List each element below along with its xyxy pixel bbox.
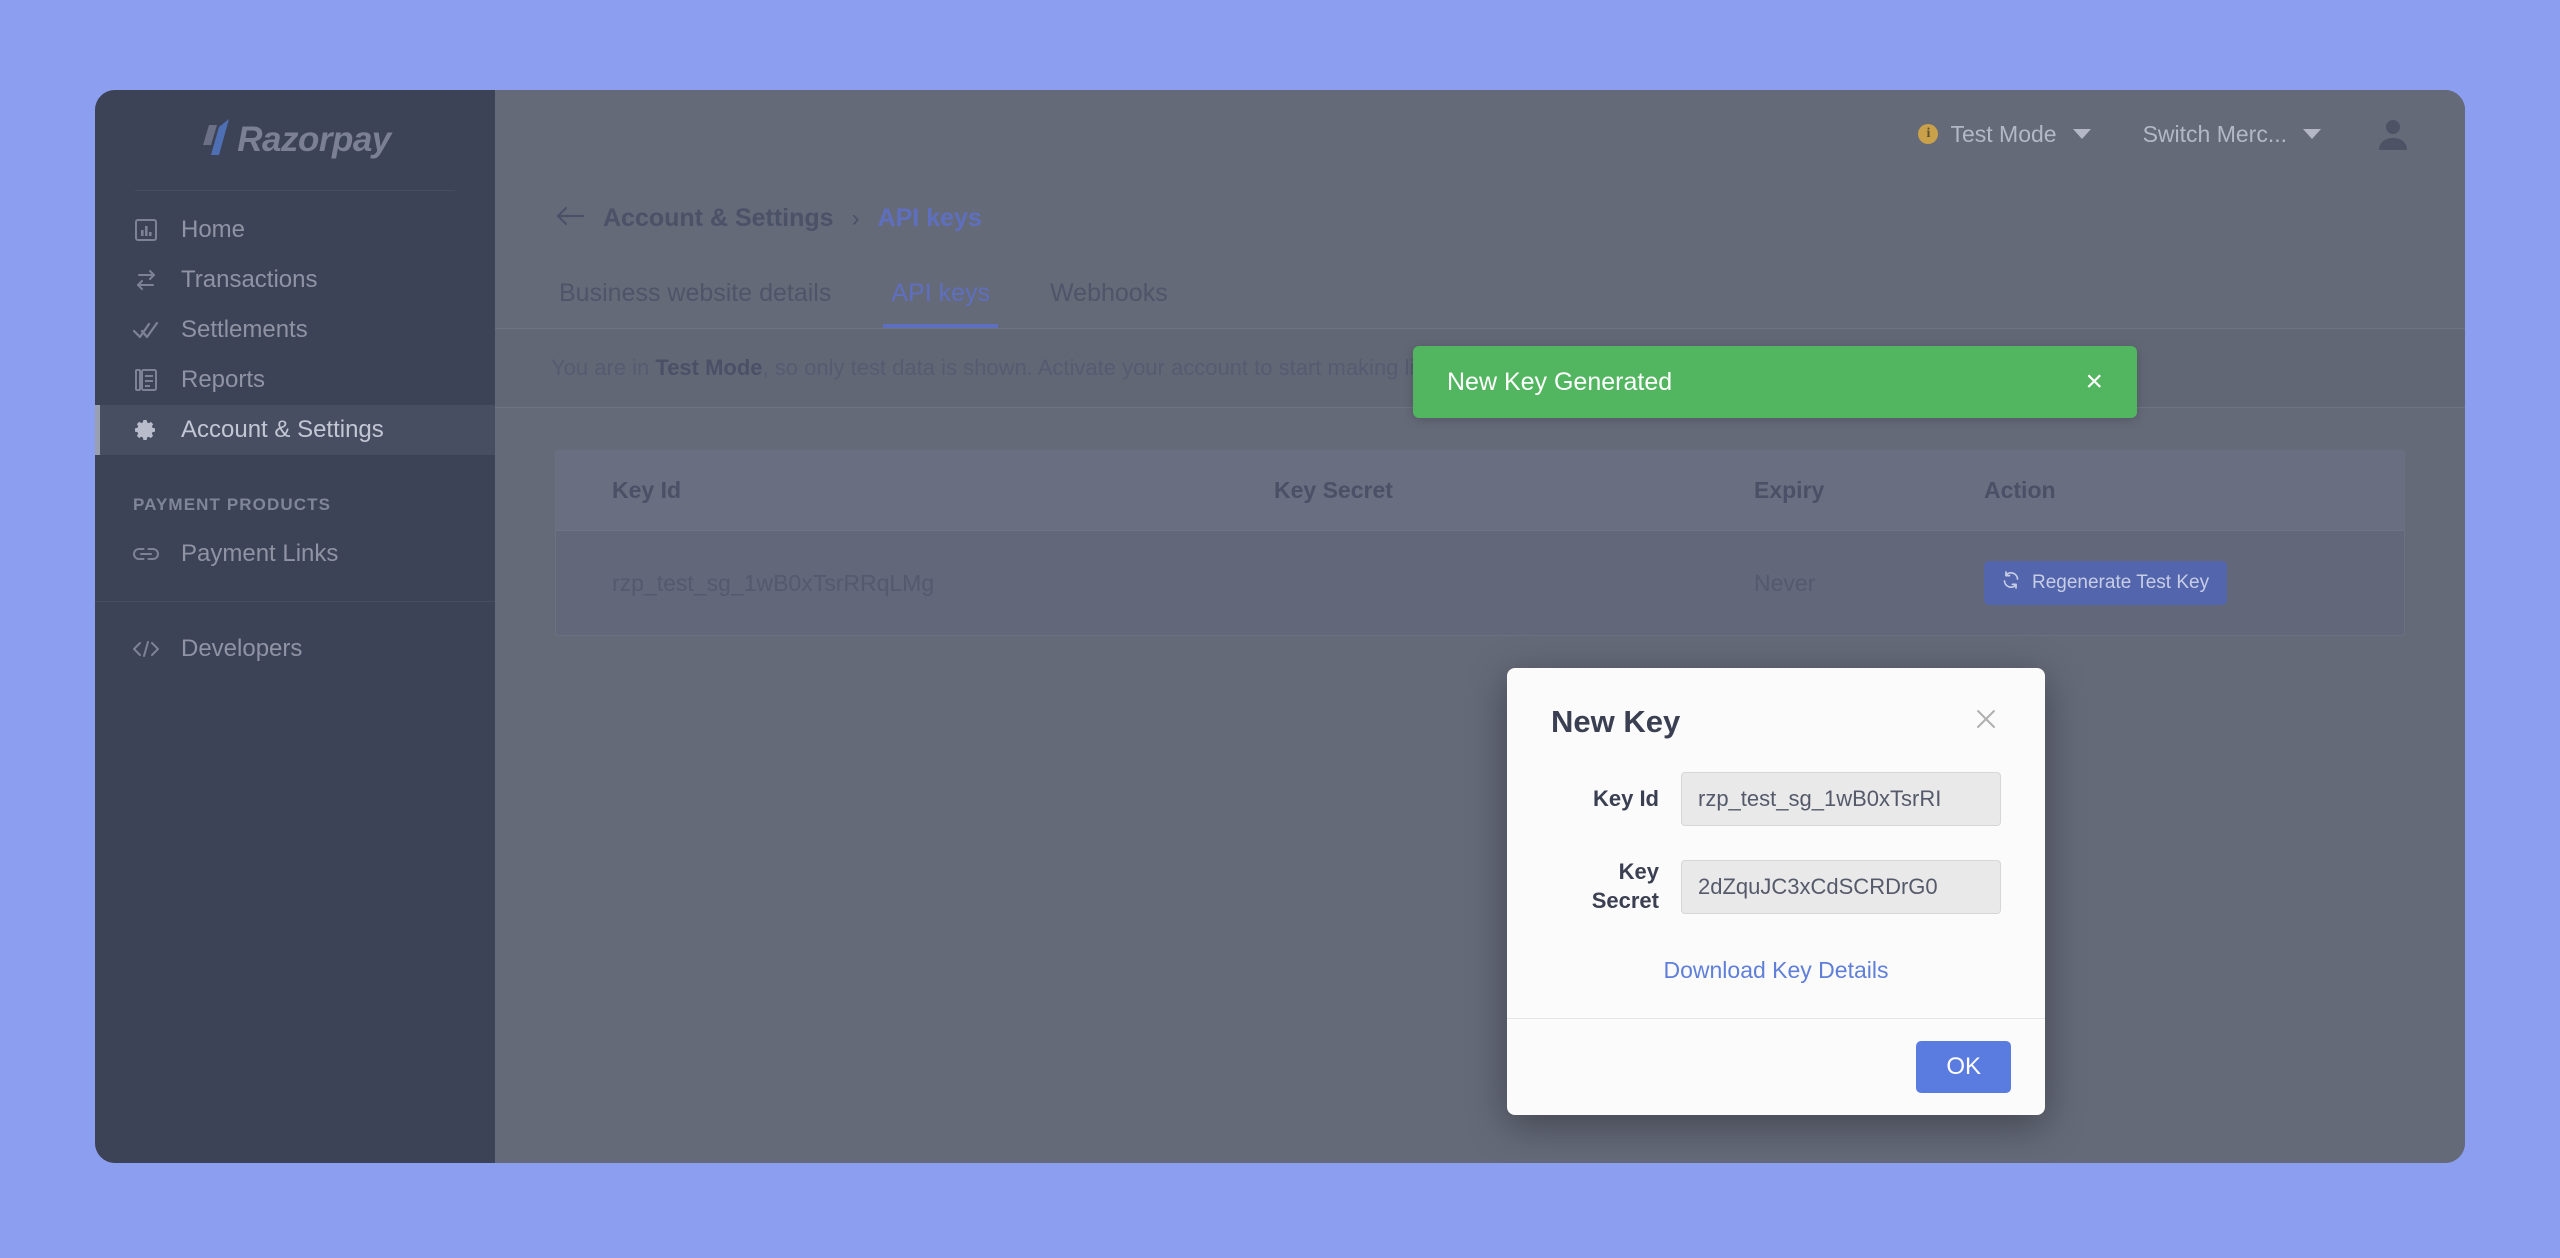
toast-message: New Key Generated bbox=[1447, 367, 1673, 396]
cell-key-secret bbox=[1274, 530, 1754, 635]
toast-notification: New Key Generated × bbox=[1413, 346, 2137, 418]
ok-button[interactable]: OK bbox=[1916, 1041, 2011, 1094]
table-row: rzp_test_sg_1wB0xTsrRRqLMg Never Regener… bbox=[556, 530, 2404, 635]
api-keys-card: Key Id Key Secret Expiry Action rzp_test… bbox=[555, 450, 2405, 636]
modal-header: New Key bbox=[1551, 704, 2001, 740]
sidebar-item-label: Home bbox=[181, 216, 246, 243]
cell-action: Regenerate Test Key bbox=[1984, 530, 2404, 635]
column-header-key-secret: Key Secret bbox=[1274, 451, 1754, 531]
table-header: Key Id Key Secret Expiry Action bbox=[556, 451, 2404, 531]
arrow-left-icon[interactable] bbox=[555, 205, 585, 232]
chart-bar-icon bbox=[133, 217, 159, 243]
new-key-modal: New Key Key Id rzp_test_sg_1wB0xTsrRI Ke… bbox=[1507, 668, 2045, 1116]
sidebar-item-label: Account & Settings bbox=[181, 416, 384, 443]
tab-bar: Business website details API keys Webhoo… bbox=[495, 233, 2465, 329]
link-icon bbox=[133, 541, 159, 567]
sidebar-item-label: Transactions bbox=[181, 266, 318, 293]
modal-title: New Key bbox=[1551, 704, 1681, 739]
razorpay-logo[interactable]: Razorpay bbox=[95, 90, 495, 178]
sidebar: Razorpay Home Transactions Settlements R… bbox=[95, 90, 495, 1163]
column-header-key-id: Key Id bbox=[556, 451, 1274, 531]
key-id-value[interactable]: rzp_test_sg_1wB0xTsrRI bbox=[1681, 772, 2001, 826]
top-bar: i Test Mode Switch Merc... bbox=[495, 90, 2465, 178]
breadcrumb-parent[interactable]: Account & Settings bbox=[603, 204, 834, 233]
key-secret-value[interactable]: 2dZquJC3xCdSCRDrG0 bbox=[1681, 859, 2001, 914]
key-id-field-row: Key Id rzp_test_sg_1wB0xTsrRI bbox=[1551, 772, 2001, 826]
regenerate-button-label: Regenerate Test Key bbox=[2032, 572, 2210, 593]
table-body: rzp_test_sg_1wB0xTsrRRqLMg Never Regener… bbox=[556, 530, 2404, 635]
double-check-icon bbox=[133, 317, 159, 343]
content-area: Account & Settings › API keys Business w… bbox=[495, 178, 2465, 1163]
sidebar-item-label: Reports bbox=[181, 366, 266, 393]
sidebar-item-settlements[interactable]: Settlements bbox=[95, 305, 495, 355]
sidebar-section-title: PAYMENT PRODUCTS bbox=[133, 495, 332, 514]
gear-icon bbox=[133, 417, 159, 443]
transactions-arrows-icon bbox=[133, 267, 159, 293]
switch-merchant-selector[interactable]: Switch Merc... bbox=[2143, 121, 2321, 148]
sidebar-item-transactions[interactable]: Transactions bbox=[95, 255, 495, 305]
key-id-label: Key Id bbox=[1592, 785, 1659, 811]
sidebar-item-label: Settlements bbox=[181, 316, 308, 343]
user-avatar-icon[interactable] bbox=[2373, 114, 2413, 154]
test-banner-strong: Test Mode bbox=[655, 355, 763, 380]
download-key-details-link[interactable]: Download Key Details bbox=[1551, 957, 2001, 984]
main-area: i Test Mode Switch Merc... Account & Set… bbox=[495, 90, 2465, 1163]
test-mode-selector[interactable]: i Test Mode bbox=[1918, 120, 2091, 148]
code-brackets-icon bbox=[133, 636, 159, 662]
close-icon[interactable]: × bbox=[2085, 367, 2103, 397]
chevron-down-icon bbox=[2072, 129, 2091, 139]
breadcrumb: Account & Settings › API keys bbox=[495, 178, 2465, 233]
sidebar-nav: Home Transactions Settlements Reports Ac… bbox=[95, 191, 495, 674]
sidebar-item-label: Developers bbox=[181, 635, 303, 662]
sidebar-item-home[interactable]: Home bbox=[95, 205, 495, 255]
tab-webhooks[interactable]: Webhooks bbox=[1042, 279, 1176, 328]
breadcrumb-current: API keys bbox=[877, 204, 982, 232]
info-dot-icon: i bbox=[1918, 124, 1939, 144]
modal-body: New Key Key Id rzp_test_sg_1wB0xTsrRI Ke… bbox=[1507, 668, 2045, 1018]
column-header-action: Action bbox=[1984, 451, 2404, 531]
sidebar-separator bbox=[95, 601, 495, 602]
test-banner-prefix: You are in bbox=[551, 355, 656, 380]
column-header-expiry: Expiry bbox=[1754, 451, 1984, 531]
razorpay-wordmark: Razorpay bbox=[237, 119, 391, 159]
breadcrumb-separator: › bbox=[851, 204, 860, 232]
cell-expiry: Never bbox=[1754, 530, 1984, 635]
modal-footer: OK bbox=[1507, 1018, 2045, 1115]
close-icon[interactable] bbox=[1971, 704, 2001, 736]
sidebar-item-developers[interactable]: Developers bbox=[95, 624, 495, 674]
test-mode-label: Test Mode bbox=[1950, 120, 2057, 147]
app-window: Razorpay Home Transactions Settlements R… bbox=[95, 90, 2465, 1163]
refresh-icon bbox=[2002, 571, 2020, 595]
sidebar-item-label: Payment Links bbox=[181, 540, 339, 567]
tab-api-keys[interactable]: API keys bbox=[883, 279, 998, 328]
sidebar-item-payment-links[interactable]: Payment Links bbox=[95, 529, 495, 579]
api-keys-table: Key Id Key Secret Expiry Action rzp_test… bbox=[556, 451, 2404, 635]
switch-merchant-label: Switch Merc... bbox=[2142, 120, 2287, 147]
chevron-down-icon bbox=[2303, 129, 2321, 139]
key-secret-field-row: Key Secret 2dZquJC3xCdSCRDrG0 bbox=[1551, 858, 2001, 915]
key-secret-label: Key Secret bbox=[1591, 859, 1659, 913]
report-document-icon bbox=[133, 367, 159, 393]
sidebar-item-reports[interactable]: Reports bbox=[95, 355, 495, 405]
regenerate-test-key-button[interactable]: Regenerate Test Key bbox=[1984, 561, 2228, 605]
table-header-row: Key Id Key Secret Expiry Action bbox=[556, 451, 2404, 531]
sidebar-item-account-settings[interactable]: Account & Settings bbox=[95, 405, 495, 455]
razorpay-mark-icon bbox=[199, 118, 233, 160]
cell-key-id: rzp_test_sg_1wB0xTsrRRqLMg bbox=[556, 530, 1274, 635]
tab-business-website-details[interactable]: Business website details bbox=[551, 279, 839, 328]
